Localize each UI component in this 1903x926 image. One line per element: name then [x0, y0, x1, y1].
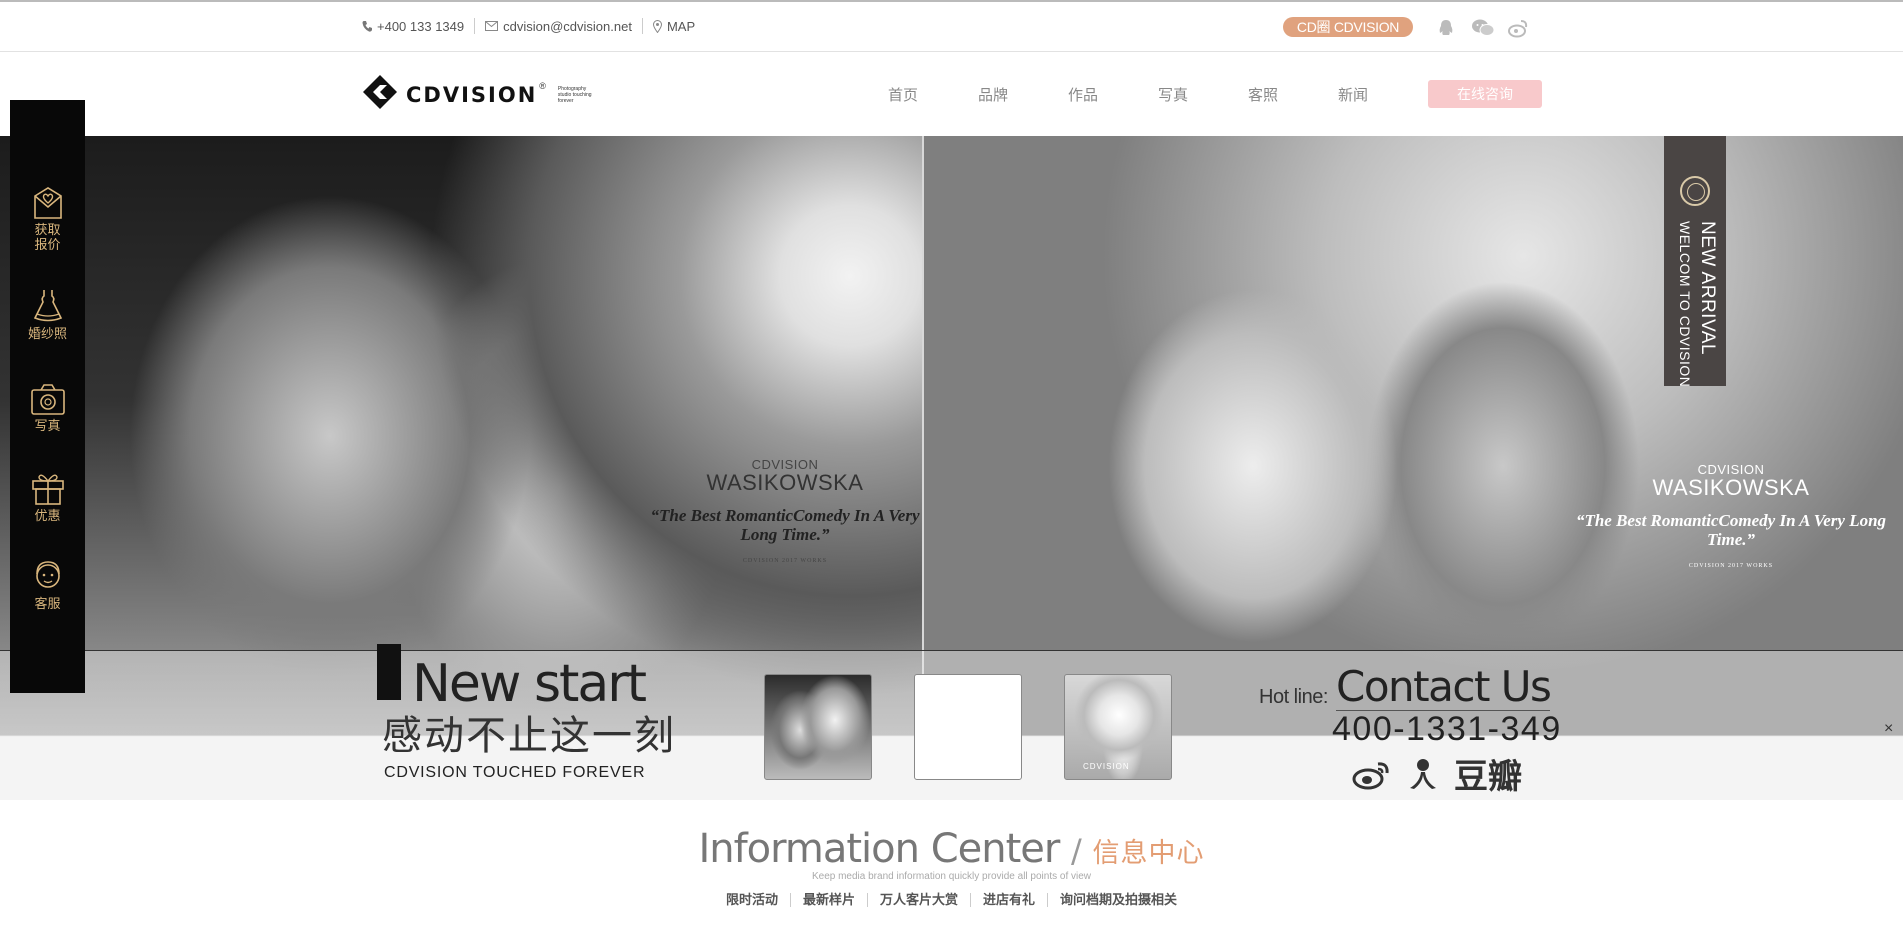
- map-item[interactable]: MAP: [643, 18, 705, 34]
- logo-tagline: Photography studio touching forever: [557, 85, 592, 104]
- seal-icon: [1680, 176, 1710, 206]
- contact-us-title: Contact Us: [1336, 662, 1552, 711]
- email-item[interactable]: cdvision@cdvision.net: [475, 18, 643, 34]
- customer-service-icon: [10, 558, 85, 594]
- top-info-bar: +400 133 1349 cdvision@cdvision.net MAP …: [0, 2, 1903, 52]
- wedding-dress-icon: [10, 288, 85, 324]
- contact-row: +400 133 1349 cdvision@cdvision.net MAP: [362, 18, 705, 34]
- promo-en-subtitle: CDVISION TOUCHED FOREVER: [384, 764, 646, 781]
- hero-caption-right: CDVISION WASIKOWSKA “The Best RomanticCo…: [1566, 462, 1896, 569]
- thumb-label: CDVISION: [1083, 762, 1130, 771]
- tab-store-gifts[interactable]: 进店有礼: [971, 893, 1049, 907]
- email-text: cdvision@cdvision.net: [503, 18, 632, 34]
- tab-latest-samples[interactable]: 最新样片: [791, 893, 868, 907]
- phone-text: +400 133 1349: [377, 18, 465, 34]
- sidebar-item-offers[interactable]: 优惠: [10, 470, 85, 523]
- sidebar-item-label: 获取 报价: [34, 222, 61, 252]
- tab-schedule-inquiry[interactable]: 询问档期及拍摄相关: [1048, 893, 1189, 907]
- sidebar-item-service[interactable]: 客服: [10, 558, 85, 611]
- info-center-title: Information Center / 信息中心: [0, 826, 1903, 877]
- site-logo[interactable]: CDVISION ® Photography studio touching f…: [362, 74, 600, 115]
- caption-name: WASIKOWSKA: [706, 470, 864, 495]
- arrival-line2: WELCOM TO CDVISION: [1677, 221, 1693, 388]
- promo-title: New start: [412, 654, 647, 714]
- cd-circle-button[interactable]: CD圈 CDVISION: [1283, 17, 1413, 37]
- hero-caption-left: CDVISION WASIKOWSKA “The Best RomanticCo…: [640, 457, 930, 564]
- info-title-cn: 信息中心: [1092, 838, 1205, 869]
- nav-works[interactable]: 作品: [1038, 84, 1128, 105]
- sidebar-item-label: 写真: [34, 418, 61, 433]
- promo-thumb-3[interactable]: CDVISION: [1064, 674, 1172, 780]
- sidebar-item-label: 优惠: [34, 508, 61, 523]
- sidebar-item-label: 客服: [34, 596, 61, 611]
- hotline-label: Hot line:: [1259, 686, 1328, 708]
- online-consult-button[interactable]: 在线咨询: [1428, 80, 1542, 108]
- location-pin-icon: [652, 19, 662, 33]
- logo-text: CDVISION: [406, 82, 538, 107]
- douban-link[interactable]: 豆瓣: [1454, 759, 1522, 795]
- qq-icon[interactable]: [1435, 17, 1457, 39]
- phone-icon: [362, 20, 372, 32]
- map-text: MAP: [666, 18, 696, 34]
- left-floating-sidebar: 获取 报价 婚纱照 写真 优惠 客服: [10, 100, 85, 693]
- promo-thumb-2[interactable]: [914, 674, 1022, 780]
- sidebar-item-quote[interactable]: 获取 报价: [10, 186, 85, 252]
- info-center-subtitle: Keep media brand information quickly pro…: [811, 871, 1092, 882]
- arrival-line1: NEW ARRIVAL: [1697, 221, 1718, 355]
- caption-quote: “The Best RomanticComedy In A Very Long …: [650, 506, 920, 544]
- info-center-tabs: 限时活动 最新样片 万人客片大赏 进店有礼 询问档期及拍摄相关: [0, 893, 1903, 907]
- arrival-text: NEW ARRIVAL WELCOM TO CDVISION: [1674, 221, 1718, 387]
- heart-envelope-icon: [10, 186, 85, 220]
- nav-brand[interactable]: 品牌: [948, 84, 1038, 105]
- tab-limited-offers[interactable]: 限时活动: [714, 893, 791, 907]
- caption-name: WASIKOWSKA: [1652, 475, 1810, 500]
- sidebar-item-wedding[interactable]: 婚纱照: [10, 288, 85, 341]
- logo-mark-icon: [362, 74, 398, 115]
- logo-registered: ®: [539, 80, 546, 91]
- info-title-en: Information Center: [698, 826, 1060, 872]
- wechat-icon[interactable]: [1471, 17, 1495, 39]
- nav-portrait[interactable]: 写真: [1128, 84, 1218, 105]
- promo-cn-title: 感动不止这一刻: [382, 714, 676, 758]
- weibo-icon[interactable]: [1352, 758, 1392, 795]
- caption-works: CDVISION 2017 WORKS: [1688, 563, 1774, 569]
- gift-icon: [10, 470, 85, 506]
- hotline-number: 400-1331-349: [1332, 710, 1562, 748]
- nav-home[interactable]: 首页: [858, 84, 948, 105]
- promo-bar-marker: [377, 644, 401, 700]
- promo-social-links: 豆瓣: [1352, 758, 1522, 795]
- camera-icon: [10, 382, 85, 416]
- top-social-icons: [1435, 17, 1529, 39]
- sidebar-item-portrait[interactable]: 写真: [10, 382, 85, 433]
- caption-works: CDVISION 2017 WORKS: [742, 558, 828, 564]
- close-promo-button[interactable]: ×: [1884, 720, 1893, 738]
- sidebar-item-label: 婚纱照: [27, 326, 67, 341]
- main-nav: 首页 品牌 作品 写真 客照 新闻: [858, 84, 1398, 105]
- phone-item[interactable]: +400 133 1349: [362, 18, 476, 34]
- nav-news[interactable]: 新闻: [1308, 84, 1398, 105]
- weibo-icon[interactable]: [1507, 17, 1529, 39]
- info-title-separator: /: [1071, 832, 1082, 870]
- new-arrival-tag: NEW ARRIVAL WELCOM TO CDVISION: [1664, 136, 1726, 387]
- caption-quote: “The Best RomanticComedy In A Very Long …: [1575, 511, 1887, 549]
- renren-icon[interactable]: [1406, 758, 1440, 795]
- tab-client-showcase[interactable]: 万人客片大赏: [868, 893, 971, 907]
- promo-thumb-1[interactable]: [764, 674, 872, 780]
- nav-client-photos[interactable]: 客照: [1218, 84, 1308, 105]
- mail-icon: [485, 21, 499, 31]
